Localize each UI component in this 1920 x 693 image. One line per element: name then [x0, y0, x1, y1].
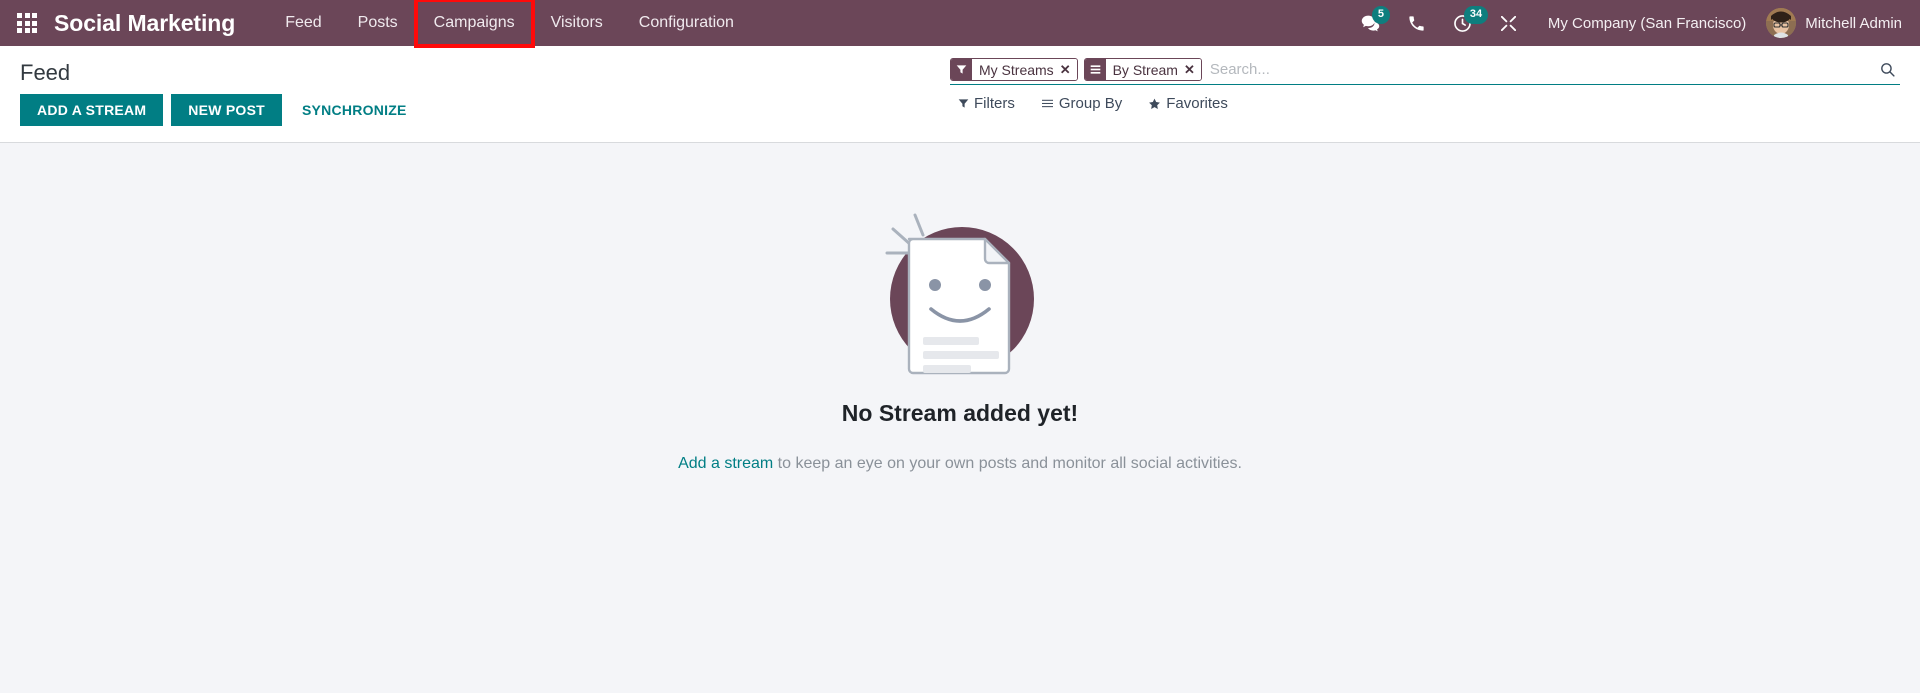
- filter-icon: [951, 59, 972, 80]
- group-by-dropdown[interactable]: Group By: [1041, 95, 1122, 112]
- new-post-button[interactable]: NEW POST: [171, 94, 282, 126]
- control-panel-left: Feed ADD A STREAM NEW POST SYNCHRONIZE: [20, 46, 419, 142]
- menu-item-posts[interactable]: Posts: [340, 0, 416, 46]
- favorites-dropdown[interactable]: Favorites: [1148, 95, 1228, 112]
- app-brand-title[interactable]: Social Marketing: [54, 10, 235, 37]
- username-label: Mitchell Admin: [1805, 14, 1902, 32]
- search-input[interactable]: [1201, 59, 1875, 80]
- action-buttons: ADD A STREAM NEW POST SYNCHRONIZE: [20, 88, 419, 142]
- top-navbar: Social Marketing Feed Posts Campaigns Vi…: [0, 0, 1920, 48]
- facet-remove-icon[interactable]: ✕: [1059, 59, 1077, 80]
- activities-button[interactable]: 34: [1440, 0, 1489, 46]
- content-area: No Stream added yet! Add a stream to kee…: [0, 143, 1920, 693]
- group-by-icon: [1084, 59, 1106, 80]
- messages-button[interactable]: 5: [1348, 0, 1394, 46]
- star-icon: [1149, 98, 1161, 109]
- voip-phone-button[interactable]: [1394, 0, 1440, 46]
- menu-item-configuration[interactable]: Configuration: [621, 0, 752, 46]
- search-facets: My Streams ✕ By Stream ✕: [950, 58, 1202, 81]
- control-panel: Feed ADD A STREAM NEW POST SYNCHRONIZE M…: [0, 46, 1920, 143]
- facet-label: By Stream: [1105, 59, 1184, 80]
- group-by-icon: [1041, 99, 1053, 108]
- tools-icon: [1501, 15, 1517, 31]
- search-submit-button[interactable]: [1875, 61, 1900, 78]
- breadcrumb: Feed: [20, 60, 71, 85]
- activities-badge: 34: [1463, 6, 1489, 24]
- filters-label: Filters: [974, 95, 1015, 112]
- apps-grid-icon: [17, 13, 37, 33]
- empty-state-title: No Stream added yet!: [841, 400, 1079, 426]
- search-dropdowns: Filters Group By Favorites: [958, 85, 1228, 124]
- synchronize-button[interactable]: SYNCHRONIZE: [290, 94, 419, 126]
- debug-tools-button[interactable]: [1486, 0, 1532, 46]
- favorites-label: Favorites: [1166, 95, 1228, 112]
- phone-icon: [1409, 15, 1425, 31]
- company-switcher[interactable]: My Company (San Francisco): [1532, 15, 1762, 32]
- empty-state-description: Add a stream to keep an eye on your own …: [678, 455, 1242, 473]
- user-menu[interactable]: Mitchell Admin: [1762, 8, 1902, 38]
- filter-icon: [958, 99, 969, 108]
- avatar-image: [1766, 8, 1797, 38]
- facet-remove-icon[interactable]: ✕: [1183, 59, 1201, 80]
- search-icon: [1881, 63, 1895, 77]
- menu-item-feed[interactable]: Feed: [267, 0, 339, 46]
- messages-badge: 5: [1371, 6, 1391, 24]
- user-avatar: [1766, 8, 1797, 38]
- search-bar: My Streams ✕ By Stream ✕: [950, 58, 1900, 85]
- control-panel-right: My Streams ✕ By Stream ✕ Search... Filte…: [950, 46, 1900, 124]
- facet-my-streams[interactable]: My Streams ✕: [950, 58, 1078, 81]
- facet-by-stream[interactable]: By Stream ✕: [1083, 58, 1202, 81]
- apps-menu-button[interactable]: [10, 6, 44, 40]
- filters-dropdown[interactable]: Filters: [958, 95, 1015, 112]
- add-a-stream-link[interactable]: Add a stream: [678, 455, 773, 472]
- empty-state-description-text: to keep an eye on your own posts and mon…: [773, 455, 1242, 472]
- main-menu: Feed Posts Campaigns Visitors Configurat…: [267, 0, 752, 48]
- empty-state: No Stream added yet! Add a stream to kee…: [678, 187, 1242, 473]
- facet-label: My Streams: [972, 59, 1060, 80]
- no-content-document-smiley-icon: [885, 213, 1035, 375]
- add-a-stream-button[interactable]: ADD A STREAM: [20, 94, 164, 126]
- menu-item-campaigns[interactable]: Campaigns: [413, 0, 535, 48]
- group-by-label: Group By: [1058, 95, 1123, 112]
- systray: 5 34 My Company (San Francisco) Mitchell…: [1348, 0, 1902, 46]
- menu-item-visitors[interactable]: Visitors: [533, 0, 621, 46]
